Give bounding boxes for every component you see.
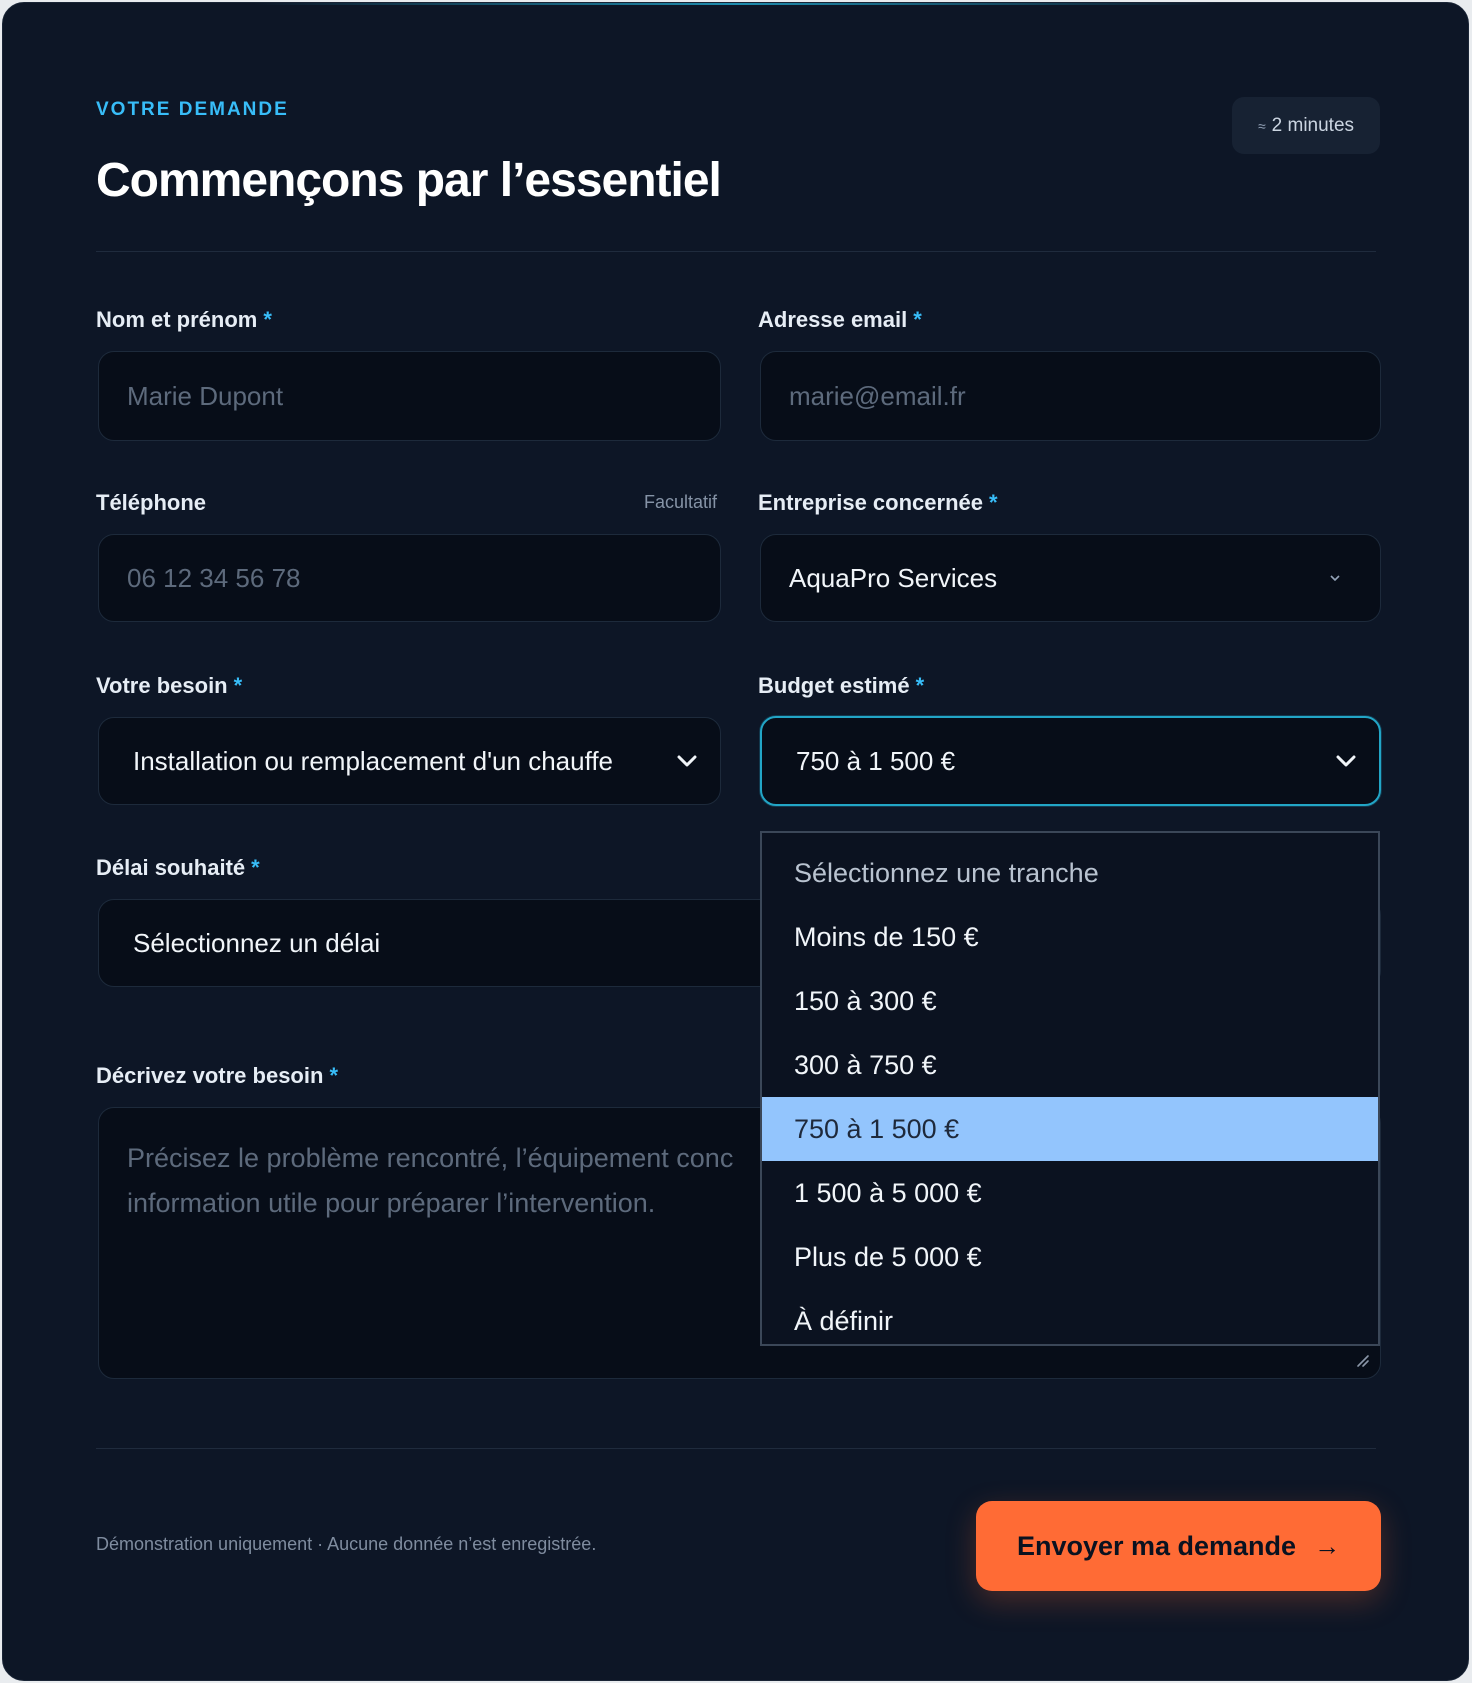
phone-label: Téléphone	[96, 490, 206, 516]
delay-value: Sélectionnez un délai	[133, 927, 381, 958]
caret-down-icon	[1324, 567, 1346, 589]
phone-placeholder: 06 12 34 56 78	[127, 562, 301, 593]
required-marker: *	[329, 1063, 338, 1088]
budget-label: Budget estimé *	[758, 673, 924, 699]
required-marker: *	[913, 307, 922, 332]
arrow-right-icon: →	[1314, 1530, 1341, 1561]
approx-icon: ≈	[1257, 117, 1266, 134]
phone-optional-hint: Facultatif	[644, 492, 718, 512]
required-marker: *	[263, 307, 272, 332]
company-label-text: Entreprise concernée	[758, 490, 983, 515]
budget-option[interactable]: À définir	[762, 1289, 1378, 1353]
budget-option[interactable]: Plus de 5 000 €	[762, 1225, 1378, 1289]
budget-label-text: Budget estimé	[758, 673, 910, 698]
resize-handle-icon[interactable]	[1354, 1352, 1370, 1368]
name-label-text: Nom et prénom	[96, 307, 258, 332]
request-form-card: VOTRE DEMANDE Commençons par l’essentiel…	[2, 2, 1469, 1681]
duration-badge: ≈ 2 minutes	[1232, 97, 1380, 154]
phone-input[interactable]: 06 12 34 56 78	[98, 534, 721, 622]
email-label-text: Adresse email	[758, 307, 908, 332]
need-select[interactable]: Installation ou remplacement d'un chauff…	[98, 717, 721, 805]
email-placeholder: marie@email.fr	[789, 380, 966, 411]
footer-divider	[96, 1448, 1376, 1449]
name-input[interactable]: Marie Dupont	[98, 351, 721, 441]
budget-option-selected[interactable]: 750 à 1 500 €	[762, 1097, 1378, 1161]
email-label: Adresse email *	[758, 307, 922, 333]
budget-option[interactable]: 300 à 750 €	[762, 1033, 1378, 1097]
delay-label-text: Délai souhaité	[96, 855, 246, 880]
company-value: AquaPro Services	[789, 562, 998, 593]
section-eyebrow: VOTRE DEMANDE	[96, 99, 289, 120]
page-title: Commençons par l’essentiel	[96, 154, 722, 207]
description-placeholder-line-2: information utile pour préparer l’interv…	[127, 1188, 656, 1218]
demo-disclaimer: Démonstration uniquement · Aucune donnée…	[96, 1534, 597, 1554]
need-label-text: Votre besoin	[96, 673, 228, 698]
submit-request-button[interactable]: Envoyer ma demande →	[976, 1501, 1381, 1591]
company-label: Entreprise concernée *	[758, 490, 998, 516]
chevron-down-icon	[1335, 750, 1357, 772]
budget-select[interactable]: 750 à 1 500 €	[760, 716, 1381, 806]
name-label: Nom et prénom *	[96, 307, 272, 333]
budget-value: 750 à 1 500 €	[796, 745, 956, 776]
need-value: Installation ou remplacement d'un chauff…	[133, 745, 614, 776]
name-placeholder: Marie Dupont	[127, 380, 284, 411]
need-label: Votre besoin *	[96, 673, 242, 699]
required-marker: *	[915, 673, 925, 698]
chevron-down-icon	[676, 750, 698, 772]
budget-options-list: Sélectionnez une tranche Moins de 150 € …	[760, 831, 1380, 1346]
budget-option[interactable]: 150 à 300 €	[762, 969, 1378, 1033]
required-marker: *	[251, 855, 260, 880]
description-label: Décrivez votre besoin *	[96, 1063, 338, 1089]
company-select[interactable]: AquaPro Services	[760, 534, 1381, 622]
budget-option[interactable]: 1 500 à 5 000 €	[762, 1161, 1378, 1225]
delay-label: Délai souhaité *	[96, 855, 260, 881]
duration-label: 2 minutes	[1271, 114, 1355, 136]
required-marker: *	[233, 673, 243, 698]
submit-label: Envoyer ma demande	[1016, 1530, 1297, 1561]
description-placeholder-line-1: Précisez le problème rencontré, l’équipe…	[127, 1143, 734, 1173]
header-divider	[96, 251, 1376, 252]
phone-label-text: Téléphone	[96, 490, 207, 515]
budget-option[interactable]: Moins de 150 €	[762, 905, 1378, 969]
description-label-text: Décrivez votre besoin	[96, 1063, 324, 1088]
email-input[interactable]: marie@email.fr	[760, 351, 1381, 441]
required-marker: *	[988, 490, 998, 515]
budget-option[interactable]: Sélectionnez une tranche	[762, 841, 1378, 905]
